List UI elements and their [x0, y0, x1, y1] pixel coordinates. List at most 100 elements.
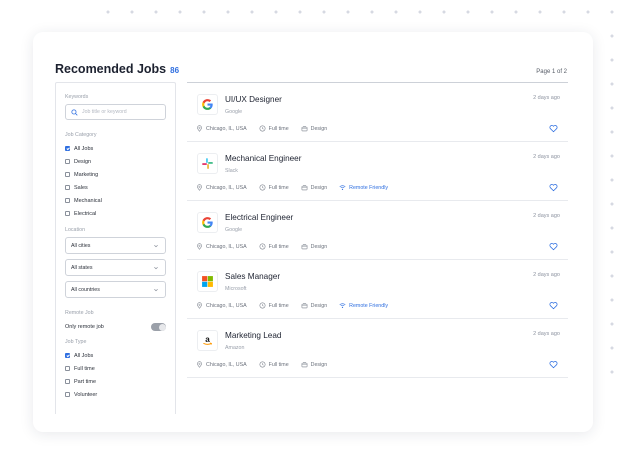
checkbox[interactable]	[65, 159, 70, 164]
posted-date: 2 days ago	[533, 95, 560, 101]
location-text: Chicago, IL, USA	[206, 302, 247, 309]
category-option-label: Electrical	[74, 210, 97, 217]
job-listing[interactable]: Sales Manager Microsoft 2 days ago Chica…	[187, 260, 568, 319]
job-title[interactable]: Sales Manager	[225, 272, 280, 281]
filter-sidebar: Keywords Job Category All Jobs Design Ma…	[55, 82, 176, 414]
job-listing[interactable]: Mechanical Engineer Slack 2 days ago Chi…	[187, 142, 568, 201]
location-label: Location	[65, 227, 86, 233]
country-select[interactable]: All countries	[65, 281, 166, 298]
company-name: Google	[225, 227, 243, 233]
remote-only-toggle[interactable]	[151, 323, 166, 331]
remote-friendly-tag: Remote Friendly	[339, 302, 388, 309]
checkbox[interactable]	[65, 185, 70, 190]
job-type-option-full-time[interactable]: Full time	[65, 362, 166, 375]
jobs-header: Recomended Jobs 86 Page 1 of 2	[55, 60, 567, 76]
type-text: Full time	[268, 125, 289, 132]
job-listing[interactable]: a Marketing Lead Amazon 2 days ago Chica…	[187, 319, 568, 378]
job-location: Chicago, IL, USA	[196, 125, 247, 132]
clock-icon	[259, 125, 266, 132]
clock-icon	[259, 243, 266, 250]
category-option-sales[interactable]: Sales	[65, 181, 166, 194]
chevron-down-icon	[154, 244, 158, 247]
location-pin-icon	[197, 361, 202, 368]
job-title[interactable]: UI/UX Designer	[225, 95, 282, 104]
remote-text: Remote Friendly	[349, 302, 389, 309]
search-input[interactable]	[82, 109, 160, 115]
jobs-count-badge: 86	[170, 66, 180, 75]
company-name: Microsoft	[225, 286, 247, 292]
job-meta: Chicago, IL, USA Full time Design Remote…	[196, 184, 400, 191]
save-job-heart-icon[interactable]	[549, 301, 558, 310]
category-list: All Jobs Design Marketing Sales Mechanic…	[65, 142, 166, 220]
category-option-label: Sales	[74, 184, 88, 191]
checkbox[interactable]	[65, 392, 70, 397]
category-option-design[interactable]: Design	[65, 155, 166, 168]
keywords-label: Keywords	[65, 94, 89, 100]
checkbox[interactable]	[65, 146, 70, 151]
job-title[interactable]: Marketing Lead	[225, 331, 281, 340]
job-category: Design	[301, 125, 327, 132]
save-job-heart-icon[interactable]	[549, 360, 558, 369]
company-name: Google	[225, 109, 243, 115]
checkbox[interactable]	[65, 211, 70, 216]
job-location: Chicago, IL, USA	[196, 243, 247, 250]
job-category: Design	[301, 361, 327, 368]
clock-icon	[259, 361, 266, 368]
type-text: Full time	[268, 243, 289, 250]
briefcase-icon	[301, 303, 308, 309]
briefcase-icon	[301, 126, 308, 132]
job-type-option-label: Part time	[74, 378, 97, 385]
state-select-value: All states	[71, 264, 93, 271]
save-job-heart-icon[interactable]	[549, 242, 558, 251]
category-option-electrical[interactable]: Electrical	[65, 207, 166, 220]
checkbox[interactable]	[65, 172, 70, 177]
category-option-label: All Jobs	[74, 145, 94, 152]
search-box[interactable]	[65, 104, 166, 120]
job-location: Chicago, IL, USA	[196, 184, 247, 191]
state-select[interactable]: All states	[65, 259, 166, 276]
job-title[interactable]: Mechanical Engineer	[225, 154, 301, 163]
city-select[interactable]: All cities	[65, 237, 166, 254]
job-listing[interactable]: UI/UX Designer Google 2 days ago Chicago…	[187, 83, 568, 142]
job-type-option-volunteer[interactable]: Volunteer	[65, 388, 166, 401]
job-meta: Chicago, IL, USA Full time Design	[196, 125, 339, 132]
job-type-option-part-time[interactable]: Part time	[65, 375, 166, 388]
amazon-logo-icon: a	[197, 330, 218, 351]
google-logo-icon	[197, 94, 218, 115]
job-type-option-label: Full time	[74, 365, 95, 372]
jobs-card: Recomended Jobs 86 Page 1 of 2 Keywords J…	[33, 32, 593, 432]
country-select-value: All countries	[71, 286, 100, 293]
job-type: Full time	[259, 361, 289, 368]
job-meta: Chicago, IL, USA Full time Design	[196, 361, 339, 368]
remote-toggle-label: Only remote job	[65, 324, 104, 330]
posted-date: 2 days ago	[533, 272, 560, 278]
job-listing[interactable]: Electrical Engineer Google 2 days ago Ch…	[187, 201, 568, 260]
category-option-mechanical[interactable]: Mechanical	[65, 194, 166, 207]
checkbox[interactable]	[65, 366, 70, 371]
location-pin-icon	[197, 184, 202, 191]
checkbox[interactable]	[65, 379, 70, 384]
checkbox[interactable]	[65, 198, 70, 203]
save-job-heart-icon[interactable]	[549, 183, 558, 192]
category-option-marketing[interactable]: Marketing	[65, 168, 166, 181]
save-job-heart-icon[interactable]	[549, 124, 558, 133]
job-meta: Chicago, IL, USA Full time Design	[196, 243, 339, 250]
posted-date: 2 days ago	[533, 213, 560, 219]
job-meta: Chicago, IL, USA Full time Design Remote…	[196, 302, 400, 309]
google-logo-icon	[197, 212, 218, 233]
checkbox[interactable]	[65, 353, 70, 358]
slack-logo-icon	[197, 153, 218, 174]
job-type-option-all-jobs[interactable]: All Jobs	[65, 349, 166, 362]
type-text: Full time	[268, 361, 289, 368]
category-text: Design	[310, 302, 328, 309]
location-text: Chicago, IL, USA	[206, 361, 247, 368]
job-title[interactable]: Electrical Engineer	[225, 213, 293, 222]
category-option-label: Marketing	[74, 171, 99, 178]
clock-icon	[259, 302, 266, 309]
location-pin-icon	[197, 302, 202, 309]
job-type-list: All Jobs Full time Part time Volunteer	[65, 349, 166, 401]
location-pin-icon	[197, 243, 202, 250]
wifi-icon	[339, 185, 346, 190]
category-option-all-jobs[interactable]: All Jobs	[65, 142, 166, 155]
job-location: Chicago, IL, USA	[196, 302, 247, 309]
